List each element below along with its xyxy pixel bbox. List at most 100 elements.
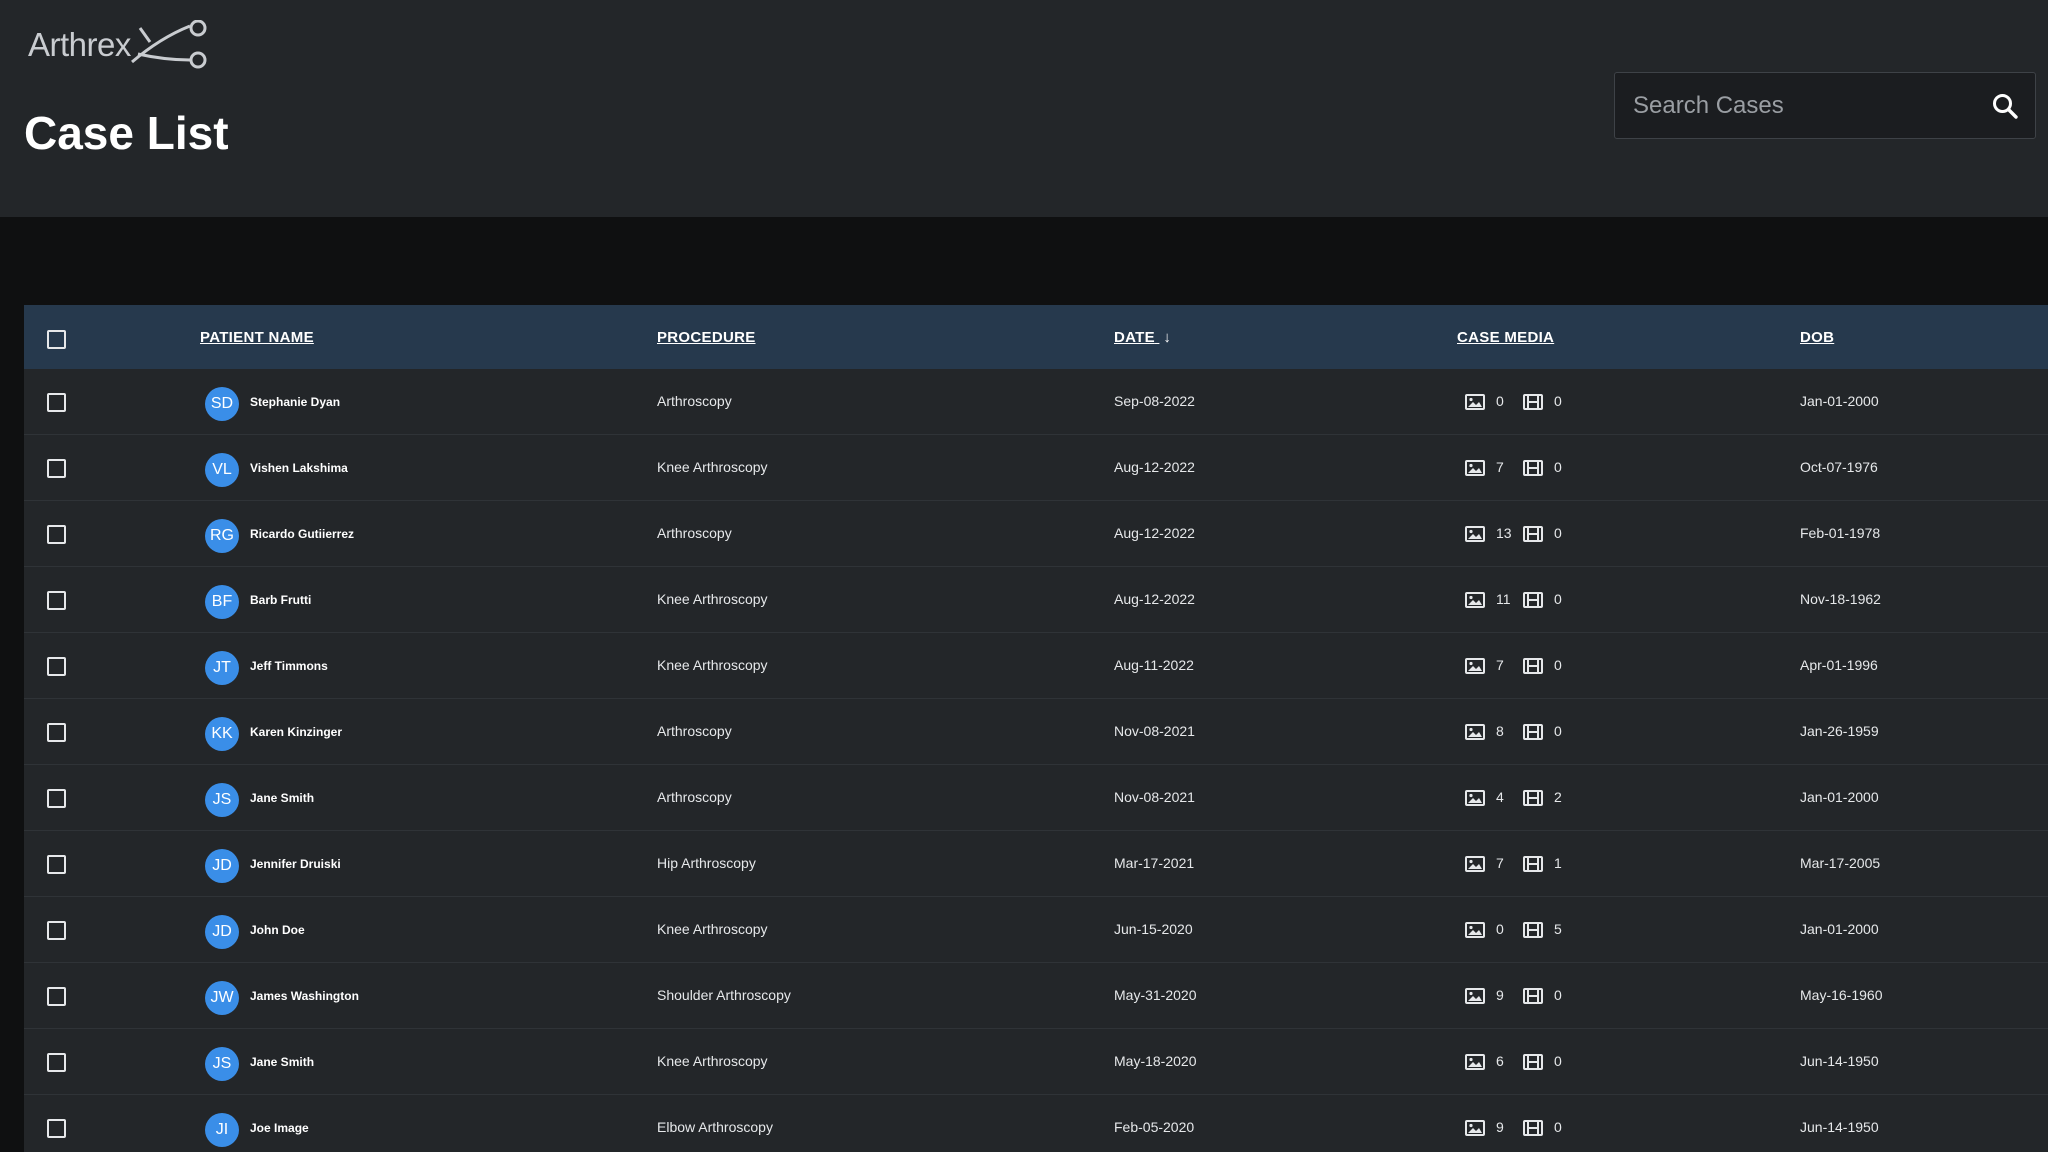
image-count: 9 (1496, 987, 1504, 1003)
image-icon (1465, 1120, 1485, 1136)
film-icon (1523, 658, 1543, 674)
avatar: RG (205, 519, 239, 553)
image-icon (1465, 526, 1485, 542)
procedure: Knee Arthroscopy (657, 657, 768, 673)
avatar-initials: JD (212, 923, 232, 940)
patient-dob: Jan-26-1959 (1800, 723, 1879, 739)
table-row[interactable]: RG Ricardo Gutiierrez Arthroscopy Aug-12… (24, 501, 2048, 567)
patient-name[interactable]: Jeff Timmons (250, 659, 328, 673)
row-checkbox[interactable] (47, 657, 66, 676)
column-header-procedure[interactable]: PROCEDURE (657, 329, 756, 346)
search-box (1614, 72, 2036, 139)
arthrex-logo: Arthrex (28, 20, 207, 70)
row-checkbox[interactable] (47, 921, 66, 940)
image-count: 7 (1496, 459, 1504, 475)
table-row[interactable]: BF Barb Frutti Knee Arthroscopy Aug-12-2… (24, 567, 2048, 633)
image-icon (1465, 988, 1485, 1004)
row-checkbox[interactable] (47, 393, 66, 412)
row-checkbox[interactable] (47, 789, 66, 808)
image-count: 0 (1496, 393, 1504, 409)
search-button[interactable] (1975, 73, 2035, 138)
image-icon (1465, 394, 1485, 410)
patient-name[interactable]: Jane Smith (250, 1055, 314, 1069)
patient-name[interactable]: Vishen Lakshima (250, 461, 348, 475)
video-count: 0 (1554, 459, 1562, 475)
avatar-initials: JD (212, 857, 232, 874)
image-count: 11 (1496, 591, 1511, 607)
row-checkbox[interactable] (47, 1119, 66, 1138)
case-date: Mar-17-2021 (1114, 855, 1195, 871)
patient-name[interactable]: Stephanie Dyan (250, 395, 340, 409)
avatar: JS (205, 1047, 239, 1081)
patient-name[interactable]: Karen Kinzinger (250, 725, 342, 739)
table-body: SD Stephanie Dyan Arthroscopy Sep-08-202… (24, 369, 2048, 1152)
avatar: JS (205, 783, 239, 817)
patient-name[interactable]: James Washington (250, 989, 359, 1003)
avatar: JW (205, 981, 239, 1015)
row-checkbox[interactable] (47, 855, 66, 874)
avatar-initials: VL (212, 461, 232, 478)
image-count: 4 (1496, 789, 1504, 805)
row-checkbox[interactable] (47, 459, 66, 478)
table-row[interactable]: JT Jeff Timmons Knee Arthroscopy Aug-11-… (24, 633, 2048, 699)
patient-name[interactable]: John Doe (250, 923, 305, 937)
video-count: 2 (1554, 789, 1562, 805)
row-checkbox[interactable] (47, 1053, 66, 1072)
row-checkbox[interactable] (47, 525, 66, 544)
patient-name[interactable]: Barb Frutti (250, 593, 311, 607)
table-row[interactable]: JS Jane Smith Knee Arthroscopy May-18-20… (24, 1029, 2048, 1095)
table-row[interactable]: JI Joe Image Elbow Arthroscopy Feb-05-20… (24, 1095, 2048, 1152)
avatar-initials: JW (210, 989, 234, 1006)
patient-dob: Jan-01-2000 (1800, 789, 1879, 805)
procedure: Knee Arthroscopy (657, 591, 768, 607)
table-row[interactable]: JD Jennifer Druiski Hip Arthroscopy Mar-… (24, 831, 2048, 897)
avatar-initials: JT (213, 659, 231, 676)
case-date: May-18-2020 (1114, 1053, 1197, 1069)
select-all-checkbox[interactable] (47, 330, 66, 349)
row-checkbox[interactable] (47, 591, 66, 610)
column-header-case-media[interactable]: CASE MEDIA (1457, 329, 1554, 346)
row-checkbox[interactable] (47, 723, 66, 742)
table-row[interactable]: JD John Doe Knee Arthroscopy Jun-15-2020… (24, 897, 2048, 963)
column-header-patient-name[interactable]: PATIENT NAME (200, 329, 314, 346)
table-row[interactable]: KK Karen Kinzinger Arthroscopy Nov-08-20… (24, 699, 2048, 765)
search-input[interactable] (1615, 73, 1975, 138)
column-header-date[interactable]: DATE ↓ (1114, 329, 1171, 346)
video-count: 0 (1554, 393, 1562, 409)
case-date: May-31-2020 (1114, 987, 1197, 1003)
avatar: JI (205, 1113, 239, 1147)
row-checkbox[interactable] (47, 987, 66, 1006)
patient-dob: Jun-14-1950 (1800, 1119, 1879, 1135)
sort-descending-icon: ↓ (1163, 329, 1172, 346)
column-header-date-label: DATE (1114, 329, 1155, 346)
patient-name[interactable]: Jane Smith (250, 791, 314, 805)
search-icon (1993, 93, 2018, 119)
table-row[interactable]: VL Vishen Lakshima Knee Arthroscopy Aug-… (24, 435, 2048, 501)
film-icon (1523, 460, 1543, 476)
patient-name[interactable]: Jennifer Druiski (250, 857, 341, 871)
image-icon (1465, 592, 1485, 608)
video-count: 5 (1554, 921, 1562, 937)
video-count: 0 (1554, 1119, 1562, 1135)
image-icon (1465, 658, 1485, 674)
table-row[interactable]: JS Jane Smith Arthroscopy Nov-08-2021 4 … (24, 765, 2048, 831)
video-count: 0 (1554, 723, 1562, 739)
video-count: 0 (1554, 657, 1562, 673)
patient-dob: Apr-01-1996 (1800, 657, 1878, 673)
avatar: BF (205, 585, 239, 619)
table-row[interactable]: SD Stephanie Dyan Arthroscopy Sep-08-202… (24, 369, 2048, 435)
case-date: Feb-05-2020 (1114, 1119, 1195, 1135)
case-date: Jun-15-2020 (1114, 921, 1193, 937)
patient-dob: Feb-01-1978 (1800, 525, 1881, 541)
table-row[interactable]: JW James Washington Shoulder Arthroscopy… (24, 963, 2048, 1029)
patient-name[interactable]: Ricardo Gutiierrez (250, 527, 354, 541)
avatar-initials: RG (210, 527, 234, 544)
avatar: JD (205, 849, 239, 883)
film-icon (1523, 988, 1543, 1004)
video-count: 0 (1554, 1053, 1562, 1069)
patient-name[interactable]: Joe Image (250, 1121, 309, 1135)
image-icon (1465, 856, 1485, 872)
film-icon (1523, 592, 1543, 608)
column-header-dob[interactable]: DOB (1800, 329, 1834, 346)
image-count: 9 (1496, 1119, 1504, 1135)
